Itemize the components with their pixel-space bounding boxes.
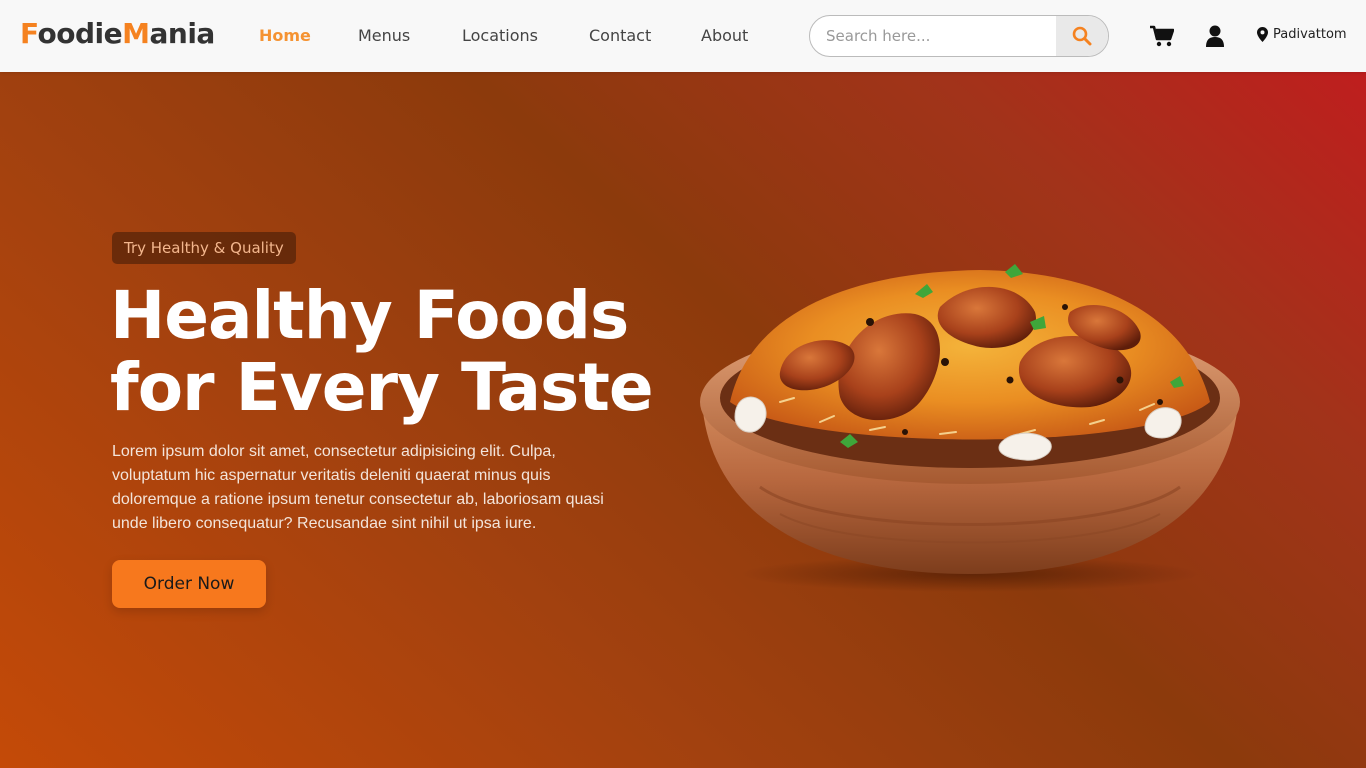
- nav-home[interactable]: Home: [259, 26, 311, 45]
- order-now-button[interactable]: Order Now: [112, 560, 266, 608]
- user-button[interactable]: [1205, 24, 1225, 48]
- cart-button[interactable]: [1149, 24, 1175, 48]
- logo-text-1: oodie: [37, 17, 123, 50]
- logo-text-2: ania: [149, 17, 215, 50]
- hero-title-line-2: for Every Taste: [110, 349, 654, 426]
- search-input[interactable]: [810, 16, 1057, 56]
- hero-section: Try Healthy & Quality Healthy Foods for …: [0, 72, 1366, 768]
- navbar: FoodieMania Home Menus Locations Contact…: [0, 0, 1366, 72]
- biryani-bowl-image: [700, 264, 1240, 592]
- location-label: Padivattom: [1273, 27, 1347, 42]
- search-icon: [1072, 26, 1092, 46]
- hero-badge: Try Healthy & Quality: [112, 232, 296, 264]
- brand-logo[interactable]: FoodieMania: [20, 17, 215, 50]
- user-icon: [1206, 25, 1224, 47]
- nav-contact[interactable]: Contact: [589, 26, 651, 45]
- cart-icon: [1150, 25, 1174, 47]
- nav-menus[interactable]: Menus: [358, 26, 410, 45]
- hero-title: Healthy Foods for Every Taste: [110, 280, 670, 424]
- location-pin-icon: [1257, 27, 1268, 42]
- hero-title-line-1: Healthy Foods: [110, 277, 629, 354]
- nav-locations[interactable]: Locations: [462, 26, 538, 45]
- search-box: [809, 15, 1109, 57]
- logo-letter-f: F: [20, 17, 38, 50]
- logo-letter-m: M: [122, 17, 150, 50]
- location-selector[interactable]: Padivattom: [1257, 27, 1347, 42]
- nav-about[interactable]: About: [701, 26, 748, 45]
- hero-description: Lorem ipsum dolor sit amet, consectetur …: [112, 443, 604, 532]
- search-button[interactable]: [1056, 16, 1108, 56]
